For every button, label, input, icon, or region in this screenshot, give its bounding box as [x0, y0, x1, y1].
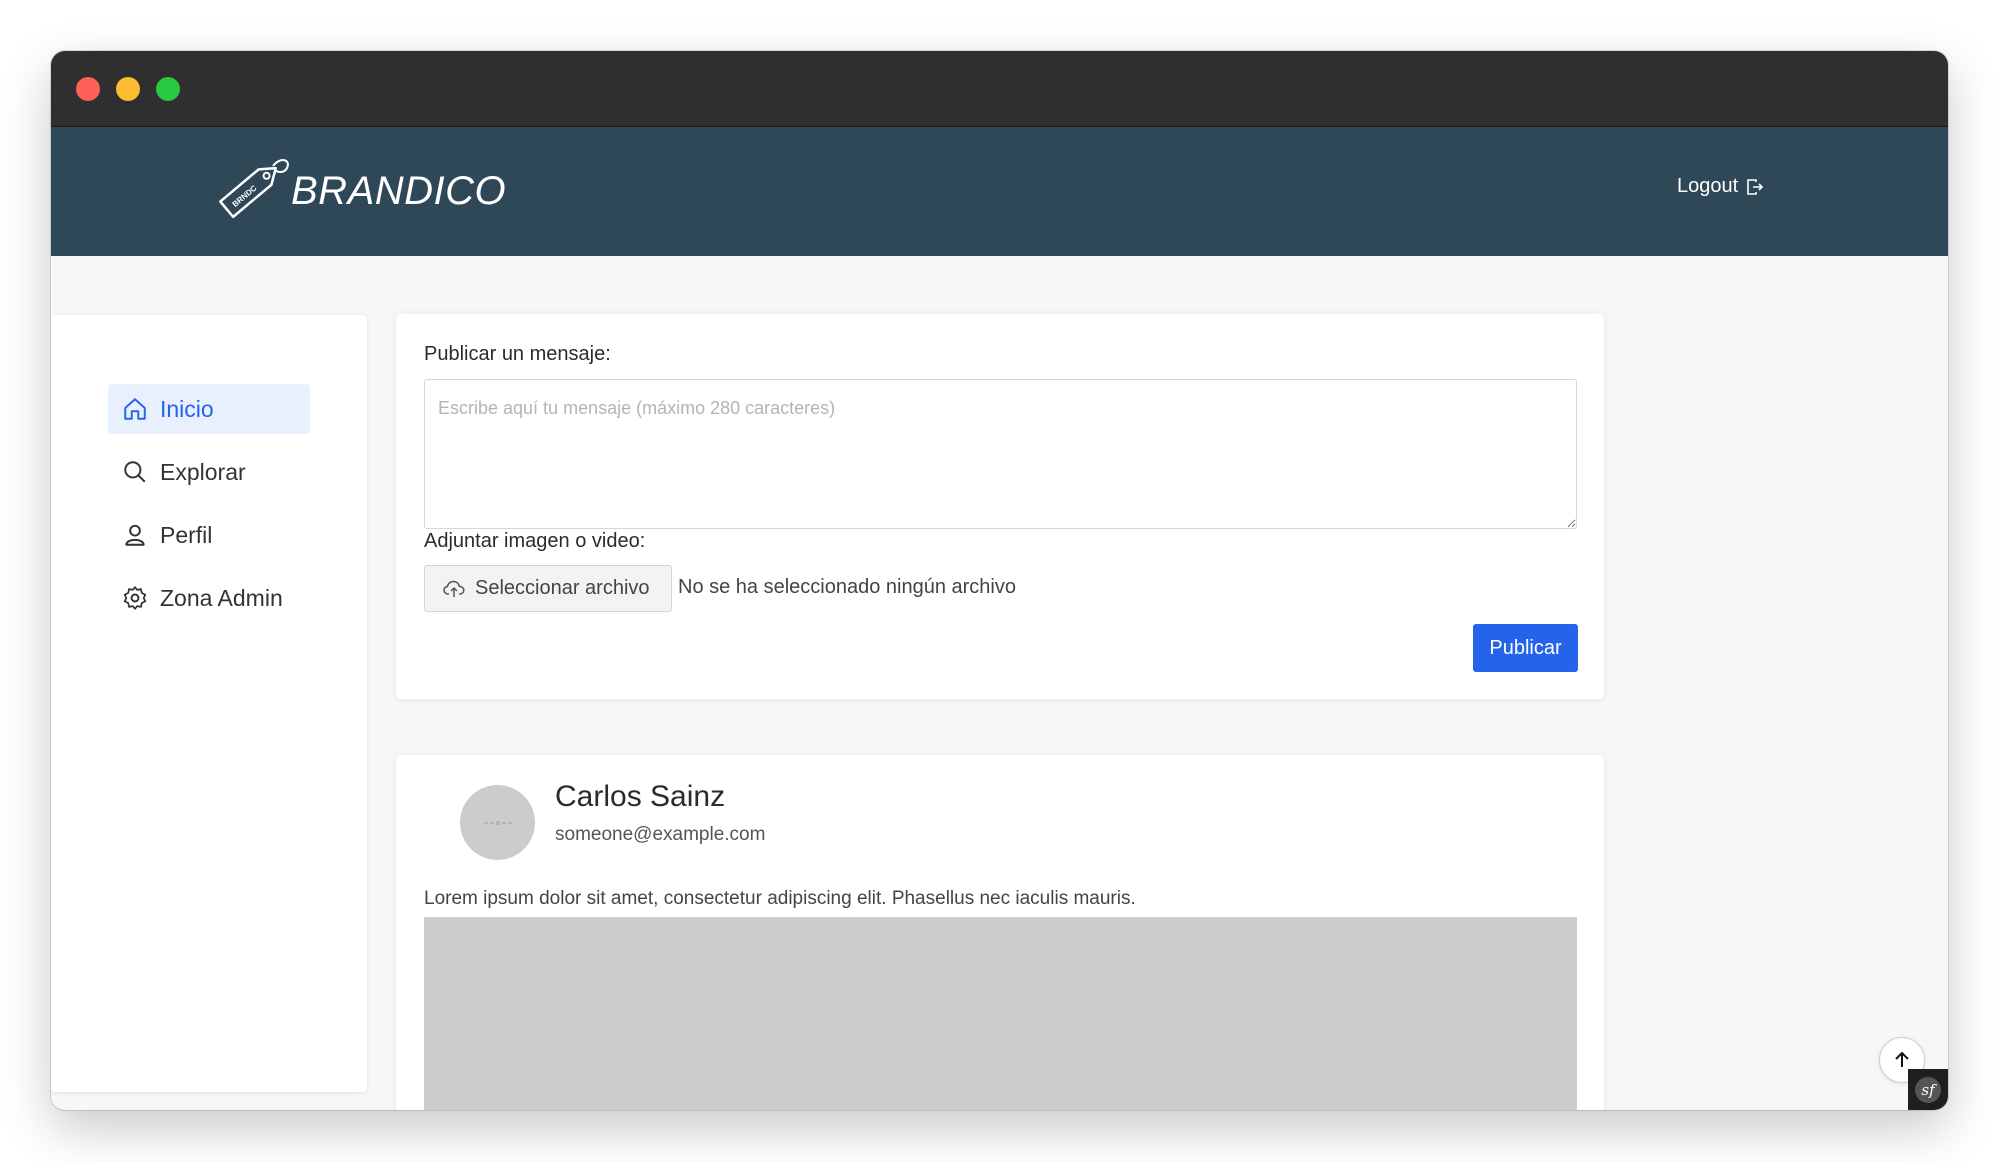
- browser-window: BRNDC BRANDICO Logout Inicio Explorar Pe…: [51, 51, 1948, 1110]
- sidebar: Inicio Explorar Perfil Zona Admin: [51, 315, 367, 1092]
- window-titlebar: [51, 51, 1948, 127]
- logout-icon: [1747, 178, 1764, 195]
- message-label: Publicar un mensaje:: [424, 343, 611, 365]
- sidebar-item-label: Perfil: [160, 521, 213, 548]
- symfony-toolbar-toggle[interactable]: sf: [1908, 1069, 1948, 1110]
- publish-button[interactable]: Publicar: [1473, 624, 1578, 672]
- site-header: BRNDC BRANDICO Logout: [51, 127, 1948, 256]
- select-file-label: Seleccionar archivo: [475, 577, 650, 599]
- post-author-name[interactable]: Carlos Sainz: [555, 780, 725, 814]
- sidebar-item-inicio[interactable]: Inicio: [108, 384, 310, 434]
- post-author-email: someone@example.com: [555, 824, 766, 845]
- cloud-upload-icon: [443, 580, 465, 597]
- sidebar-item-label: Explorar: [160, 458, 246, 485]
- sidebar-item-perfil[interactable]: Perfil: [108, 510, 310, 560]
- close-window-button[interactable]: [76, 77, 100, 101]
- sidebar-item-label: Inicio: [160, 395, 214, 422]
- attach-label: Adjuntar imagen o video:: [424, 530, 646, 552]
- post-composer: Publicar un mensaje: Adjuntar imagen o v…: [396, 314, 1604, 699]
- select-file-button[interactable]: Seleccionar archivo: [424, 565, 672, 612]
- gear-icon: [123, 586, 147, 610]
- logout-link[interactable]: Logout: [1677, 175, 1764, 198]
- search-icon: [124, 461, 146, 483]
- avatar[interactable]: [460, 785, 535, 860]
- file-status-text: No se ha seleccionado ningún archivo: [678, 576, 1016, 598]
- logo-tag-text: BRNDC: [231, 183, 259, 209]
- sidebar-item-label: Zona Admin: [160, 584, 283, 611]
- post-card: Carlos Sainz someone@example.com Lorem i…: [396, 755, 1604, 1110]
- sidebar-nav: Inicio Explorar Perfil Zona Admin: [108, 384, 310, 636]
- symfony-icon: sf: [1915, 1076, 1941, 1103]
- home-icon: [124, 398, 146, 420]
- tag-logo-icon: BRNDC: [219, 159, 289, 219]
- post-text: Lorem ipsum dolor sit amet, consectetur …: [424, 888, 1136, 909]
- sidebar-item-explorar[interactable]: Explorar: [108, 447, 310, 497]
- avatar-placeholder-icon: [483, 820, 512, 825]
- sidebar-item-zona-admin[interactable]: Zona Admin: [108, 573, 310, 623]
- brand-name[interactable]: BRANDICO: [291, 167, 506, 215]
- post-media-placeholder: [424, 917, 1577, 1110]
- message-textarea[interactable]: [424, 379, 1577, 529]
- maximize-window-button[interactable]: [156, 77, 180, 101]
- minimize-window-button[interactable]: [116, 77, 140, 101]
- arrow-up-icon: [1895, 1051, 1909, 1067]
- logout-label: Logout: [1677, 175, 1739, 197]
- user-icon: [125, 524, 145, 546]
